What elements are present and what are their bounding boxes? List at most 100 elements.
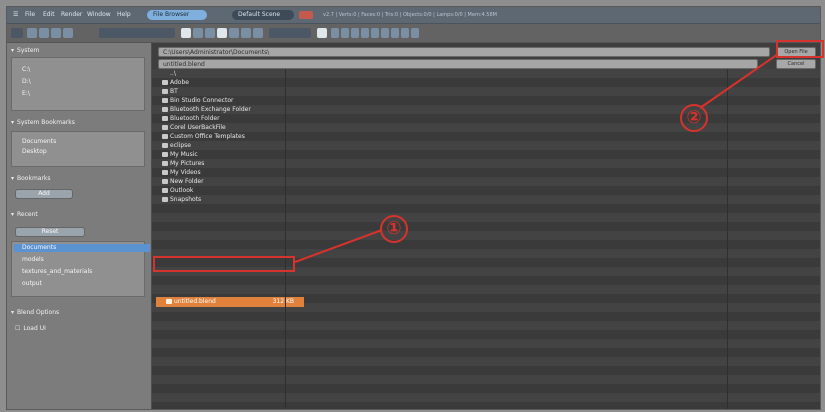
filter-folder-icon[interactable] — [411, 28, 419, 38]
blend-file-icon — [166, 299, 172, 304]
recent-header[interactable]: ▾ Recent — [11, 211, 38, 219]
display-short-icon[interactable] — [205, 28, 215, 38]
system-drive-list: C:\ D:\ E:\ — [11, 57, 145, 111]
menu-help[interactable]: Help — [117, 11, 131, 19]
filter-toggle-icon[interactable] — [317, 28, 327, 38]
load-ui-checkbox[interactable]: ☐ Load UI — [15, 325, 46, 333]
filter-image-icon[interactable] — [351, 28, 359, 38]
parent-dir-icon[interactable] — [51, 28, 61, 38]
file-row[interactable]: My Videos — [152, 168, 820, 177]
refresh-icon[interactable] — [63, 28, 73, 38]
folder-icon — [162, 161, 168, 166]
menu-render[interactable]: Render — [61, 11, 82, 19]
annotation-box-1 — [153, 256, 295, 272]
file-row — [152, 366, 820, 375]
menu-edit[interactable]: Edit — [43, 11, 55, 19]
top-menubar: ☰ File Edit Render Window Help File Brow… — [7, 7, 820, 24]
add-bookmark-button[interactable]: Add — [15, 189, 73, 199]
filter-dropdown[interactable] — [269, 28, 311, 38]
system-bookmark-item[interactable]: Documents — [22, 138, 56, 146]
recent-item[interactable]: output — [22, 280, 42, 288]
file-row[interactable]: Bluetooth Folder — [152, 114, 820, 123]
file-row — [152, 402, 820, 409]
filename-field[interactable]: untitled.blend — [158, 59, 758, 69]
filter-backup-icon[interactable] — [341, 28, 349, 38]
folder-icon — [162, 197, 168, 202]
filter-text-icon[interactable] — [401, 28, 409, 38]
filter-font-icon[interactable] — [381, 28, 389, 38]
annotation-marker-1: ① — [380, 215, 408, 243]
system-bookmarks-header[interactable]: ▾ System Bookmarks — [11, 119, 75, 127]
file-row[interactable]: ..\ — [152, 69, 820, 78]
file-row — [152, 312, 820, 321]
file-row[interactable]: Snapshots — [152, 195, 820, 204]
annotation-box-2 — [776, 40, 824, 58]
recent-item[interactable]: textures_and_materials — [22, 268, 92, 276]
file-row[interactable]: Corel UserBackFile — [152, 123, 820, 132]
system-section-header[interactable]: ▾ System — [11, 47, 39, 55]
file-row[interactable]: Adobe — [152, 78, 820, 87]
blend-options-header[interactable]: ▾ Blend Options — [11, 309, 59, 317]
filter-script-icon[interactable] — [371, 28, 379, 38]
sort-ext-icon[interactable] — [241, 28, 251, 38]
file-row — [152, 213, 820, 222]
file-row — [152, 321, 820, 330]
editor-type-pill[interactable]: File Browser — [147, 10, 207, 20]
reset-recent-button[interactable]: Reset — [15, 227, 85, 237]
forward-arrow-icon[interactable] — [39, 28, 49, 38]
folder-icon — [162, 107, 168, 112]
menu-file[interactable]: File — [25, 11, 35, 19]
scene-pill[interactable]: Default Scene — [232, 10, 294, 20]
selected-file-row[interactable]: untitled.blend 312 KB — [156, 297, 304, 307]
display-list-icon[interactable] — [193, 28, 203, 38]
file-row[interactable]: Outlook — [152, 186, 820, 195]
file-row[interactable]: My Pictures — [152, 159, 820, 168]
drive-item[interactable]: D:\ — [22, 78, 31, 86]
file-browser-main: C:\Users\Administrator\Documents\ untitl… — [152, 43, 820, 409]
file-row[interactable]: Bluetooth Exchange Folder — [152, 105, 820, 114]
file-row — [152, 339, 820, 348]
cancel-button[interactable]: Cancel — [776, 59, 816, 69]
file-row — [152, 375, 820, 384]
folder-icon — [162, 98, 168, 103]
system-bookmarks-list: Documents Desktop — [11, 131, 145, 167]
sort-name-icon[interactable] — [229, 28, 239, 38]
action-dropdown[interactable] — [99, 28, 175, 38]
display-thumb-icon[interactable] — [217, 28, 227, 38]
file-row — [152, 285, 820, 294]
drive-item[interactable]: C:\ — [22, 66, 30, 74]
back-arrow-icon[interactable] — [27, 28, 37, 38]
filter-sound-icon[interactable] — [391, 28, 399, 38]
recent-item-selected[interactable]: Documents — [14, 244, 150, 252]
file-row[interactable]: Bin Studio Connector — [152, 96, 820, 105]
browser-toolbar — [7, 24, 820, 43]
folder-icon — [162, 134, 168, 139]
directory-path-field[interactable]: C:\Users\Administrator\Documents\ — [158, 47, 770, 57]
new-folder-icon[interactable] — [181, 28, 191, 38]
file-row — [152, 231, 820, 240]
file-row — [152, 357, 820, 366]
filter-movie-icon[interactable] — [361, 28, 369, 38]
app-menu-icon[interactable]: ☰ — [13, 11, 18, 19]
drive-item[interactable]: E:\ — [22, 90, 30, 98]
file-row — [152, 222, 820, 231]
file-row[interactable]: New Folder — [152, 177, 820, 186]
menu-window[interactable]: Window — [87, 11, 111, 19]
editor-menu-icon[interactable] — [11, 28, 23, 38]
filter-blend-icon[interactable] — [331, 28, 339, 38]
file-row — [152, 348, 820, 357]
file-row[interactable]: My Music — [152, 150, 820, 159]
file-row — [152, 393, 820, 402]
close-scene-icon[interactable] — [299, 11, 313, 19]
folder-icon — [162, 152, 168, 157]
file-row — [152, 276, 820, 285]
file-row[interactable]: Custom Office Templates — [152, 132, 820, 141]
bookmarks-header[interactable]: ▾ Bookmarks — [11, 175, 51, 183]
recent-list: Documents models textures_and_materials … — [11, 241, 150, 297]
sort-time-icon[interactable] — [253, 28, 263, 38]
file-row[interactable]: eclipse — [152, 141, 820, 150]
recent-item[interactable]: models — [22, 256, 44, 264]
file-row — [152, 204, 820, 213]
file-row[interactable]: BT — [152, 87, 820, 96]
system-bookmark-item[interactable]: Desktop — [22, 148, 47, 156]
